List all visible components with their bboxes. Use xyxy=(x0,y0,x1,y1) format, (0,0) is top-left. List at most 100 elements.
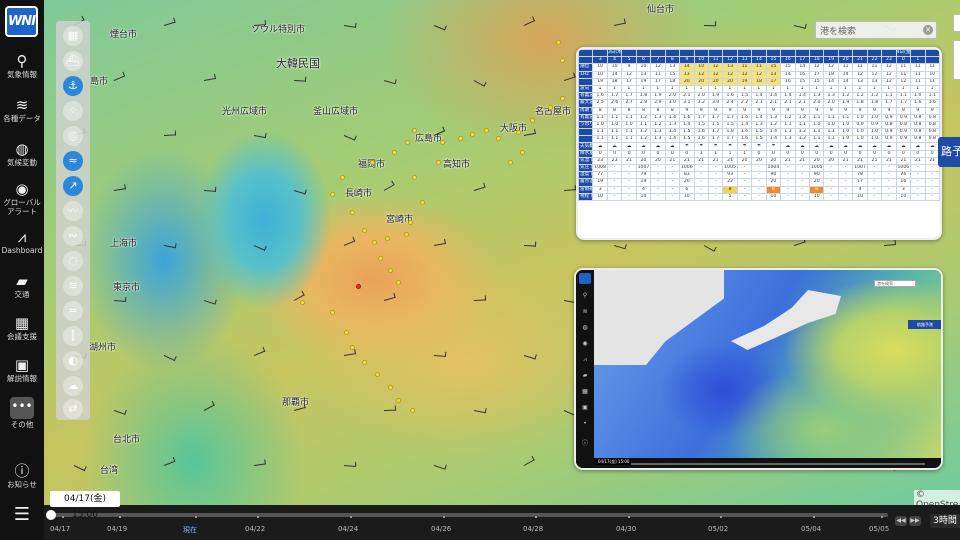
port-marker[interactable] xyxy=(556,40,561,45)
step-forward-icon[interactable]: ▶▶ xyxy=(909,516,921,526)
port-marker[interactable] xyxy=(344,330,349,335)
wind-icon[interactable]: ≈ xyxy=(63,151,83,171)
port-marker[interactable] xyxy=(340,175,345,180)
nav-traffic[interactable]: ▰ 交通 xyxy=(0,272,44,299)
wind-barb xyxy=(293,190,306,195)
table-cell: 1.6 xyxy=(910,99,926,108)
port-marker[interactable] xyxy=(388,385,393,390)
port-marker[interactable] xyxy=(378,256,383,261)
route-forecast-tab[interactable]: 路予 xyxy=(938,137,960,167)
timeline-tick-label[interactable]: 05/04 xyxy=(801,525,821,533)
nav-meeting[interactable]: ▦ 会議支援 xyxy=(0,314,44,341)
port-marker[interactable] xyxy=(530,118,535,123)
thermometer-icon[interactable]: ⫿ xyxy=(63,326,83,346)
typhoon-icon[interactable]: ◌ xyxy=(63,251,83,271)
port-marker[interactable] xyxy=(436,160,441,165)
step-back-icon[interactable]: ◀◀ xyxy=(895,516,907,526)
port-marker[interactable] xyxy=(560,58,565,63)
nav-dashboard[interactable]: ⩘ Dashboard xyxy=(0,228,44,255)
anchor-icon[interactable]: ⚓ xyxy=(63,76,83,96)
table-cell: 0 xyxy=(592,149,608,158)
port-marker[interactable] xyxy=(412,128,417,133)
sea-temp-icon[interactable]: ≋ xyxy=(63,276,83,296)
port-marker[interactable] xyxy=(520,150,525,155)
nav-data[interactable]: ≋ 各種データ xyxy=(0,96,44,123)
nav-global-alert[interactable]: ◉ グローバル アラート xyxy=(0,180,44,216)
port-marker[interactable] xyxy=(372,240,377,245)
port-marker[interactable] xyxy=(396,280,401,285)
time-slider-handle[interactable] xyxy=(46,510,56,520)
clear-search-icon[interactable]: ✕ xyxy=(923,25,933,35)
user-menu[interactable]: ☰ xyxy=(0,506,44,524)
edge-button-1[interactable] xyxy=(953,14,960,32)
tide-icon[interactable]: ≃ xyxy=(63,301,83,321)
port-marker[interactable] xyxy=(548,105,553,110)
port-marker[interactable] xyxy=(362,360,367,365)
timeline-tick-label[interactable]: 現在 xyxy=(183,525,197,535)
wni-logo[interactable]: WNI xyxy=(5,6,38,37)
port-marker[interactable] xyxy=(420,200,425,205)
port-marker[interactable] xyxy=(440,140,445,145)
timeline-tick-label[interactable]: 05/02 xyxy=(708,525,728,533)
time-slider[interactable]: ◀◀ ▶▶ 3時間 04/17 04/19 現在 04/22 04/24 04/26 04/… xyxy=(44,505,960,540)
table-cell: - xyxy=(693,185,709,194)
port-marker[interactable] xyxy=(370,160,375,165)
port-marker[interactable] xyxy=(508,160,513,165)
flow-icon[interactable]: ⇄ xyxy=(63,399,83,419)
nav-other-label[interactable]: その他 xyxy=(0,420,44,429)
row-header: 有義波高 (m) xyxy=(578,92,594,101)
port-marker[interactable] xyxy=(484,128,489,133)
grid-icon[interactable]: ▦ xyxy=(63,26,83,46)
port-marker-alert[interactable] xyxy=(356,284,361,289)
swell-icon[interactable]: ∾ xyxy=(63,226,83,246)
timeline-tick-label[interactable]: 04/22 xyxy=(245,525,265,533)
port-marker[interactable] xyxy=(330,192,335,197)
port-marker[interactable] xyxy=(405,140,410,145)
timeline-tick-label[interactable]: 04/17 xyxy=(50,525,70,533)
port-marker[interactable] xyxy=(410,408,415,413)
table-cell: - xyxy=(606,185,623,194)
port-marker[interactable] xyxy=(496,136,501,141)
table-cell: 1 xyxy=(707,149,724,158)
timeline-tick-label[interactable]: 04/28 xyxy=(523,525,543,533)
radar-icon[interactable]: ◎ xyxy=(63,126,83,146)
nav-weather-info[interactable]: ⚲ 気象情報 xyxy=(0,52,44,79)
port-marker[interactable] xyxy=(412,175,417,180)
timeline-tick-label[interactable]: 04/24 xyxy=(338,525,358,533)
port-marker[interactable] xyxy=(560,96,565,101)
port-marker[interactable] xyxy=(404,232,409,237)
port-search-input[interactable]: 港を検索 xyxy=(815,21,937,39)
timeline-tick-label[interactable]: 04/26 xyxy=(431,525,451,533)
nav-explanation[interactable]: ▣ 解説情報 xyxy=(0,356,44,383)
port-marker[interactable] xyxy=(300,300,305,305)
ship-icon[interactable]: ⛴ xyxy=(63,51,83,71)
more-icon[interactable]: ••• xyxy=(10,397,34,419)
port-marker[interactable] xyxy=(396,398,401,403)
moon-icon[interactable]: ◐ xyxy=(63,351,83,371)
port-marker[interactable] xyxy=(516,130,521,135)
port-marker[interactable] xyxy=(330,310,335,315)
port-marker[interactable] xyxy=(385,236,390,241)
scatter-icon[interactable]: ⁘ xyxy=(63,101,83,121)
port-marker[interactable] xyxy=(375,372,380,377)
port-marker[interactable] xyxy=(470,132,475,137)
port-marker[interactable] xyxy=(408,220,413,225)
time-slider-track[interactable] xyxy=(48,513,888,517)
cloud-icon[interactable]: ☁ xyxy=(63,376,83,396)
map-place-label: 島市 xyxy=(90,77,109,87)
port-marker[interactable] xyxy=(388,268,393,273)
timeline-tick-label[interactable]: 04/19 xyxy=(107,525,127,533)
table-cell: 20 xyxy=(808,156,825,166)
port-marker[interactable] xyxy=(392,150,397,155)
timeline-tick-label[interactable]: 04/30 xyxy=(616,525,636,533)
nav-notice[interactable]: ⓘ お知らせ xyxy=(0,462,44,489)
port-marker[interactable] xyxy=(362,228,367,233)
port-marker[interactable] xyxy=(350,210,355,215)
port-marker[interactable] xyxy=(458,136,463,141)
time-step-select[interactable]: 3時間 xyxy=(930,514,960,528)
current-icon[interactable]: ↗ xyxy=(63,176,83,196)
wave-icon[interactable]: 〰 xyxy=(63,201,83,221)
edge-button-2[interactable] xyxy=(953,40,960,80)
nav-climate[interactable]: ◍ 気候変動 xyxy=(0,140,44,167)
timeline-tick-label[interactable]: 05/05 xyxy=(869,525,889,533)
